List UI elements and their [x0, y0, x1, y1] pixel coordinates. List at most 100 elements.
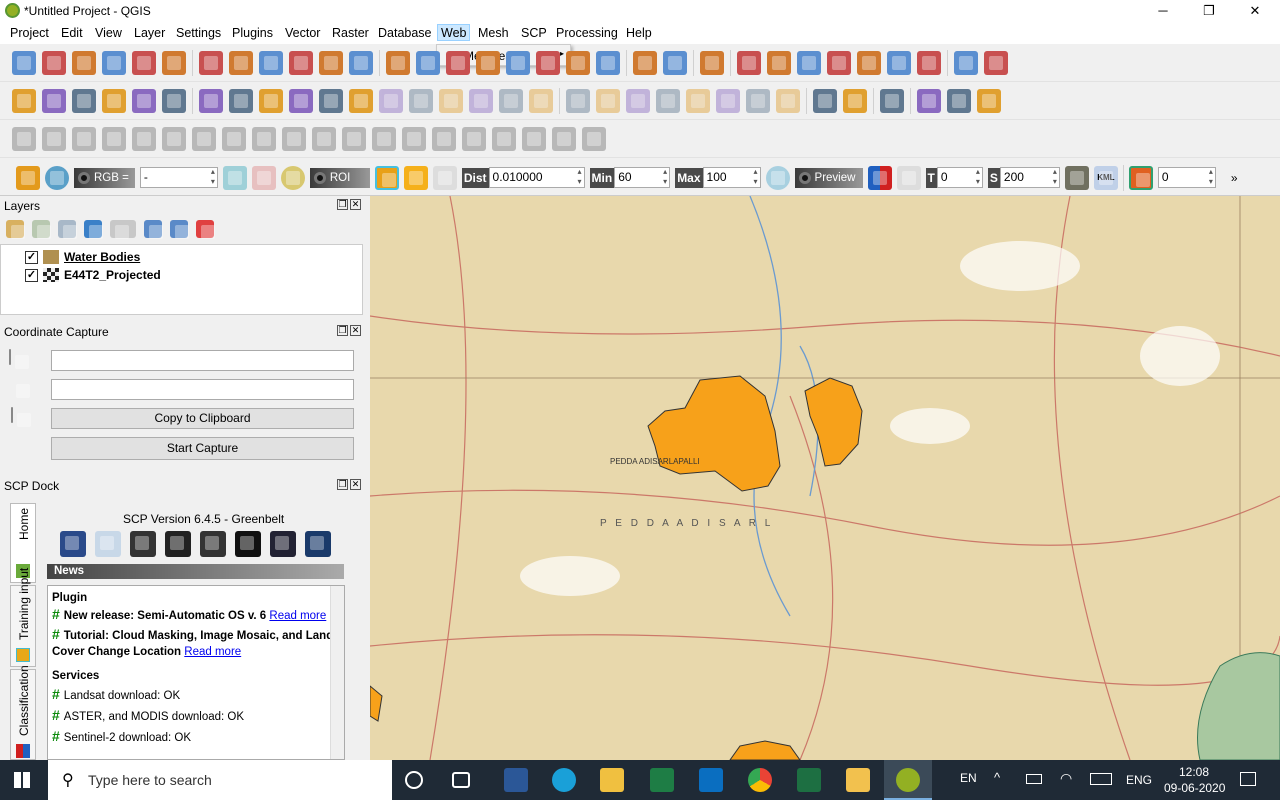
kml-icon[interactable]: KML — [1093, 165, 1118, 190]
create-roi-icon[interactable] — [374, 165, 399, 190]
zoom-last-icon[interactable] — [416, 50, 440, 75]
std-dev-stretch-icon[interactable] — [251, 165, 276, 190]
delete-part-icon[interactable] — [162, 126, 186, 151]
measure-angle-icon[interactable] — [12, 126, 36, 151]
tab-classification[interactable]: Classification — [10, 665, 36, 760]
menu-settings[interactable]: Settings — [173, 25, 224, 42]
statistics-icon[interactable] — [827, 50, 851, 75]
chrome-icon[interactable] — [748, 768, 772, 792]
scp-add-icon[interactable] — [16, 165, 40, 190]
menu-layer[interactable]: Layer — [131, 25, 168, 42]
split-2-icon[interactable] — [492, 126, 516, 151]
redo-icon[interactable] — [529, 88, 553, 113]
zoom-input-image-icon[interactable] — [45, 165, 69, 190]
tab-training-input[interactable]: Training input — [10, 568, 36, 667]
pan-icon[interactable] — [199, 50, 223, 75]
s-input[interactable]: 200 — [999, 167, 1060, 188]
current-edits-icon[interactable] — [199, 88, 223, 113]
select-by-area-icon[interactable] — [663, 50, 687, 75]
field-calculator-icon[interactable] — [797, 50, 821, 75]
layer-checkbox[interactable]: ✓ — [25, 250, 38, 264]
float-icon[interactable]: ❐ — [337, 199, 348, 210]
minimize-button[interactable]: ─ — [1140, 0, 1186, 22]
open-project-icon[interactable] — [42, 50, 66, 75]
measure-icon[interactable] — [917, 50, 941, 75]
add-feature-icon[interactable] — [289, 88, 313, 113]
osm-icon[interactable] — [977, 88, 1001, 113]
split-icon[interactable] — [462, 126, 486, 151]
min-input[interactable]: 60 — [614, 167, 671, 188]
add-ring-icon[interactable] — [42, 126, 66, 151]
zoom-roi-icon[interactable] — [280, 165, 305, 190]
print-layout-icon[interactable] — [132, 50, 156, 75]
zoom-preview-icon[interactable] — [765, 165, 790, 190]
filter-icon[interactable] — [84, 220, 103, 239]
coordinate-field-1[interactable] — [51, 350, 354, 371]
close-panel-icon[interactable]: ✕ — [350, 325, 361, 336]
language-indicator[interactable]: EN — [960, 771, 977, 785]
band-calc-icon[interactable] — [270, 531, 296, 557]
hide-labels-icon[interactable] — [656, 88, 680, 113]
more-tools-button[interactable]: » — [1231, 171, 1238, 185]
float-icon[interactable]: ❐ — [337, 325, 348, 336]
keyboard-icon[interactable] — [1090, 773, 1112, 785]
menu-web[interactable]: Web — [437, 24, 471, 41]
open-attribute-table-icon[interactable] — [737, 50, 761, 75]
merge-attributes-icon[interactable] — [342, 126, 366, 151]
delete-icon[interactable] — [379, 88, 403, 113]
diagram-icon[interactable] — [596, 88, 620, 113]
menu-raster[interactable]: Raster — [329, 25, 372, 42]
deselect-icon[interactable] — [767, 50, 791, 75]
digitize-coords-icon[interactable] — [917, 88, 941, 113]
save-as-icon[interactable] — [102, 50, 126, 75]
paste-icon[interactable] — [469, 88, 493, 113]
news-scrollbar[interactable] — [330, 586, 344, 759]
expression-filter-icon[interactable] — [110, 220, 136, 239]
add-part-icon[interactable] — [72, 126, 96, 151]
add-roi-icon[interactable] — [403, 165, 428, 190]
refresh-icon[interactable] — [596, 50, 620, 75]
layer-checkbox[interactable]: ✓ — [25, 268, 38, 282]
gps-icon[interactable] — [947, 88, 971, 113]
zoom-in-icon[interactable] — [259, 50, 283, 75]
identify-icon[interactable] — [633, 50, 657, 75]
menu-vector[interactable]: Vector — [282, 25, 323, 42]
style-manager-icon[interactable] — [162, 50, 186, 75]
add-group-icon[interactable] — [32, 220, 51, 239]
read-more-link[interactable]: Read more — [269, 610, 326, 622]
classification-preview-icon[interactable] — [867, 165, 892, 190]
crosshair-crs-icon[interactable] — [9, 349, 11, 365]
expand-all-icon[interactable] — [144, 220, 163, 239]
layer-item[interactable]: ✓ E44T2_Projected — [25, 266, 161, 284]
new-map-view-icon[interactable] — [476, 50, 500, 75]
style-icon[interactable] — [6, 220, 25, 239]
notifications-icon[interactable] — [1240, 772, 1256, 786]
remove-temp-files-icon[interactable] — [1064, 165, 1089, 190]
vertex-tool-icon[interactable] — [319, 88, 343, 113]
zoom-next-icon[interactable] — [446, 50, 470, 75]
postprocessing-icon[interactable] — [235, 531, 261, 557]
offset-curve-icon[interactable] — [222, 126, 246, 151]
undo-icon[interactable] — [499, 88, 523, 113]
rotate-symbols-icon[interactable] — [372, 126, 396, 151]
coordinate-field-2[interactable] — [51, 379, 354, 400]
excel-icon[interactable] — [797, 768, 821, 792]
read-more-link[interactable]: Read more — [184, 646, 241, 658]
menu-project[interactable]: Project — [7, 25, 52, 42]
split-parts-icon[interactable] — [282, 126, 306, 151]
toolbox-icon[interactable] — [857, 50, 881, 75]
word-icon[interactable] — [504, 768, 528, 792]
copy-icon[interactable] — [439, 88, 463, 113]
band-set-icon[interactable] — [60, 531, 86, 557]
collapse-all-icon[interactable] — [170, 220, 189, 239]
redo-roi-icon[interactable] — [432, 165, 457, 190]
delete-ring-icon[interactable] — [132, 126, 156, 151]
dist-input[interactable]: 0.010000 — [488, 167, 585, 188]
label-icon[interactable] — [566, 88, 590, 113]
spectral-plot-icon[interactable] — [95, 531, 121, 557]
remove-layer-icon[interactable] — [196, 220, 215, 239]
menu-help[interactable]: Help — [623, 25, 655, 42]
menu-mesh[interactable]: Mesh — [475, 25, 512, 42]
chevron-up-icon[interactable]: ^ — [994, 770, 1000, 785]
menu-database[interactable]: Database — [375, 25, 435, 42]
